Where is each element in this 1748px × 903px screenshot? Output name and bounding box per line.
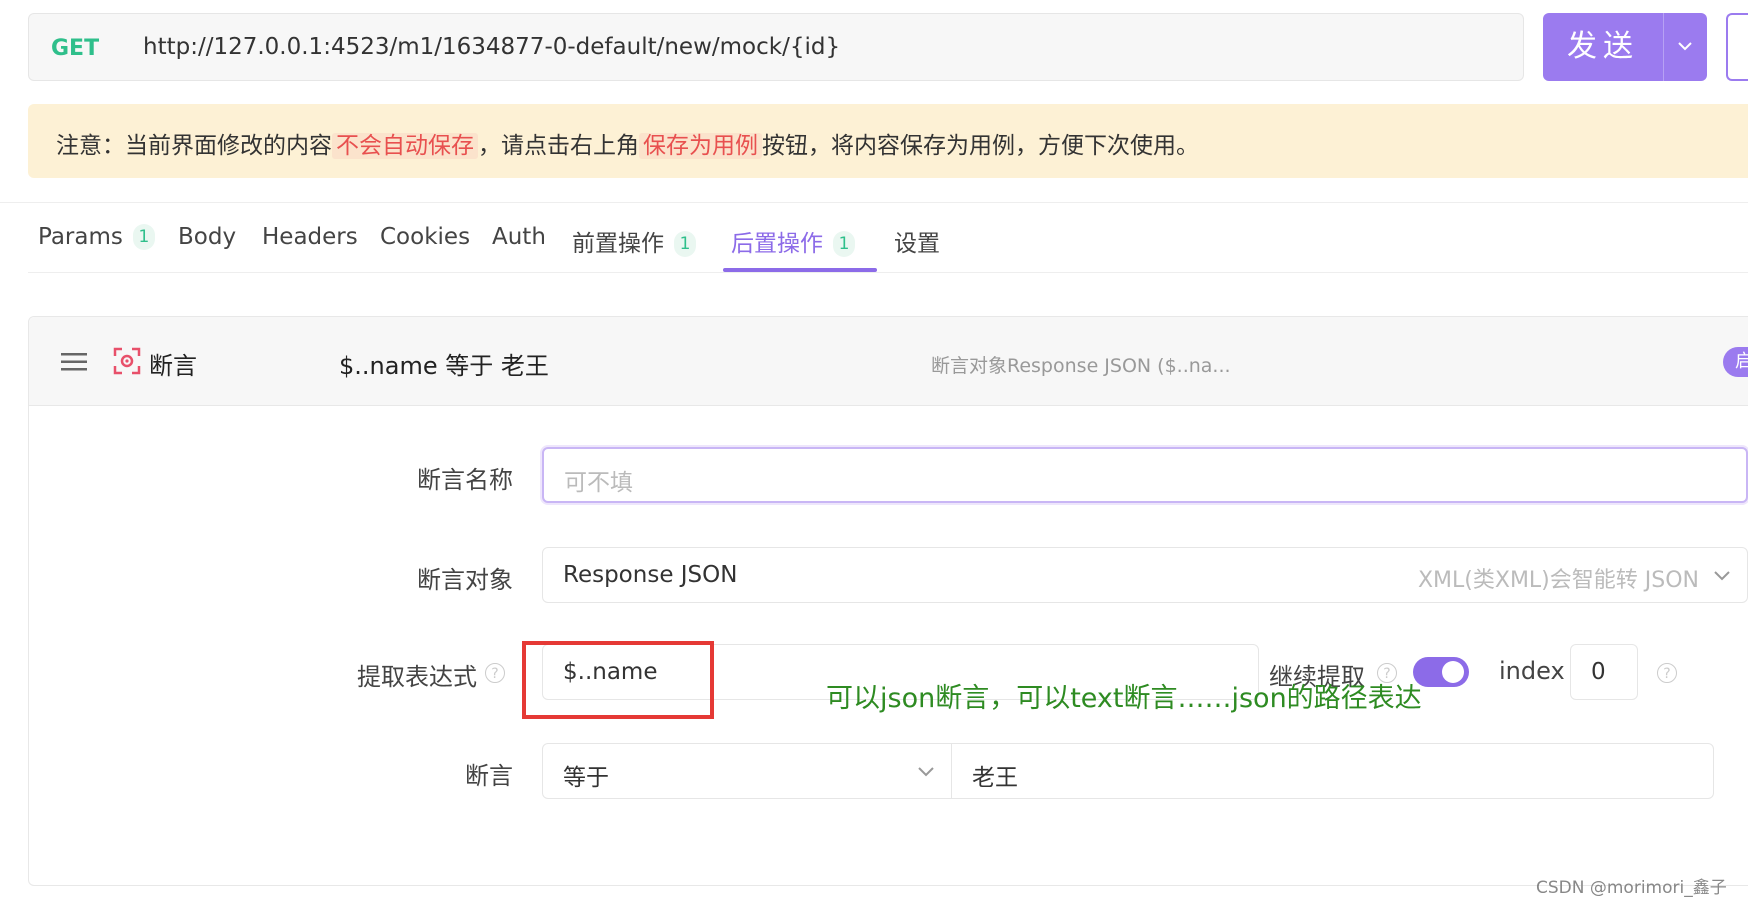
chevron-down-icon — [1678, 42, 1692, 51]
highlight-box — [522, 641, 714, 719]
url-input[interactable]: http://127.0.0.1:4523/m1/1634877-0-defau… — [143, 34, 840, 60]
tab-label: Cookies — [380, 224, 471, 250]
assertion-name-placeholder: 可不填 — [564, 470, 633, 496]
tab-cookies[interactable]: Cookies — [380, 224, 470, 272]
help-icon[interactable]: ? — [485, 663, 505, 683]
tab-label: 前置操作 — [572, 231, 664, 257]
tab-headers[interactable]: Headers — [262, 224, 358, 272]
assertion-name-label: 断言名称 — [417, 466, 513, 494]
notice-part3: 按钮，将内容保存为用例，方便下次使用。 — [762, 133, 1199, 159]
tab-label: Auth — [492, 224, 546, 250]
assertion-target-select[interactable]: Response JSON XML(类XML)会智能转 JSON — [542, 547, 1748, 603]
tab-badge: 1 — [132, 224, 155, 250]
index-input[interactable]: 0 — [1570, 644, 1638, 700]
assertion-operator-value: 等于 — [563, 765, 609, 791]
assertion-target-label: 断言对象 — [417, 566, 513, 594]
expected-value-input[interactable]: 老王 — [951, 743, 1714, 799]
active-tab-indicator — [723, 268, 877, 272]
notice-part2: ，请点击右上角 — [478, 133, 639, 159]
assert-label: 断言 — [465, 762, 513, 790]
assertion-operator-select[interactable]: 等于 — [542, 743, 952, 799]
tab-body[interactable]: Body — [178, 224, 236, 272]
help-icon[interactable]: ? — [1657, 663, 1677, 683]
tab-post-operations[interactable]: 后置操作 1 — [731, 224, 855, 272]
watermark: CSDN @morimori_鑫子 — [1536, 878, 1727, 898]
assertion-summary: $..name 等于 老王 — [339, 352, 549, 380]
notice-highlight-no-autosave: 不会自动保存 — [332, 133, 478, 159]
tab-label: Body — [178, 224, 237, 250]
http-method[interactable]: GET — [51, 36, 99, 61]
notice-text: 注意：当前界面修改的内容 不会自动保存 ，请点击右上角 保存为用例 按钮，将内容保存为用… — [56, 126, 1199, 160]
tab-auth[interactable]: Auth — [492, 224, 546, 272]
save-as-case-button[interactable] — [1726, 13, 1748, 81]
unsaved-notice: 注意：当前界面修改的内容 不会自动保存 ，请点击右上角 保存为用例 按钮，将内容保存为用… — [28, 104, 1748, 178]
tab-badge: 1 — [674, 231, 696, 257]
tab-pre-operations[interactable]: 前置操作 1 — [572, 224, 696, 272]
send-button-group: 发送 — [1543, 13, 1707, 81]
assertion-target-icon — [113, 347, 141, 375]
tab-label: 后置操作 — [731, 231, 823, 257]
tab-label: 设置 — [894, 231, 940, 257]
assertion-type-label: 断言 — [149, 352, 197, 380]
url-bar[interactable]: GET http://127.0.0.1:4523/m1/1634877-0-d… — [28, 13, 1524, 81]
tab-label: Params — [38, 224, 123, 250]
assertion-panel: 断言 $..name 等于 老王 断言对象Response JSON ($..n… — [28, 316, 1748, 886]
send-dropdown-button[interactable] — [1664, 13, 1707, 81]
divider — [0, 202, 1748, 203]
enable-toggle-badge[interactable]: 启 — [1723, 347, 1748, 377]
notice-highlight-save-case: 保存为用例 — [639, 133, 762, 159]
assertion-target-value: Response JSON — [563, 562, 738, 588]
send-button[interactable]: 发送 — [1543, 13, 1663, 81]
assertion-target-summary: 断言对象Response JSON ($..na... — [931, 355, 1231, 377]
index-label: index — [1499, 657, 1565, 685]
assertion-target-hint: XML(类XML)会智能转 JSON — [1417, 568, 1699, 593]
tab-params[interactable]: Params 1 — [38, 224, 155, 272]
toggle-knob — [1442, 661, 1464, 683]
extract-expression-label: 提取表达式 — [357, 663, 477, 691]
annotation-text: 可以json断言，可以text断言……json的路径表达 — [826, 683, 1422, 714]
assertion-name-input[interactable]: 可不填 — [542, 447, 1748, 503]
drag-handle-icon[interactable] — [61, 352, 87, 372]
tab-settings[interactable]: 设置 — [894, 224, 940, 272]
tab-label: Headers — [262, 224, 358, 250]
request-tabs: Params 1 Body Headers Cookies Auth 前置操作 1 … — [28, 218, 1748, 273]
chevron-down-icon — [918, 767, 934, 777]
expected-value: 老王 — [972, 765, 1018, 791]
notice-part1: 注意：当前界面修改的内容 — [56, 133, 332, 159]
index-value: 0 — [1591, 659, 1606, 685]
assertion-header[interactable]: 断言 $..name 等于 老王 断言对象Response JSON ($..n… — [29, 317, 1748, 406]
tab-badge: 1 — [833, 231, 855, 257]
chevron-down-icon — [1714, 571, 1730, 581]
